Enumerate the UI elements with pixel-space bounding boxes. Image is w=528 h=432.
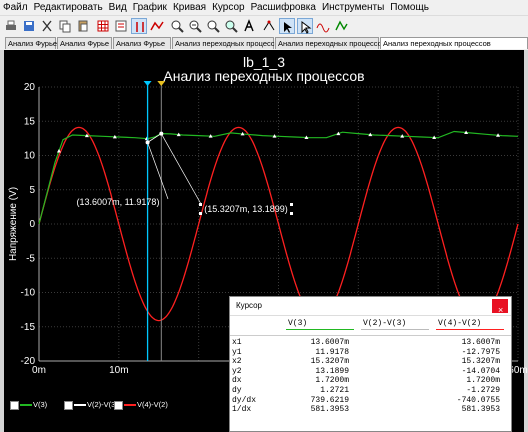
cell-value: -1.2729 <box>466 386 500 395</box>
row-label: 1/dx <box>232 405 252 415</box>
row-label: y2 <box>232 366 242 376</box>
cursor-2-handle-icon <box>157 81 166 86</box>
table-row: y2 13.1899 -14.0704 <box>230 367 511 376</box>
row-label: dy/dx <box>232 395 257 405</box>
column-header: V(2)-V(3) <box>363 319 407 328</box>
cursor-window[interactable]: Курсор × V(3) V(2)-V(3) V(4)-V(2) x1 13.6… <box>229 296 512 432</box>
y-tick-label: -5 <box>26 253 35 264</box>
table-row: x2 15.3207m 15.3207m <box>230 357 511 366</box>
close-button[interactable]: × <box>492 299 508 315</box>
cell-value: 11.9178 <box>315 347 349 357</box>
table-row: 1/dx 581.3953 581.3953 <box>230 405 511 414</box>
legend-item-v3[interactable]: V(3) <box>10 400 47 410</box>
legend-item-v2v3[interactable]: V(2)-V(3) <box>64 400 118 410</box>
column-header: V(3) <box>288 319 308 328</box>
x-tick-label: 10m <box>109 365 128 376</box>
cursor-2-label-handle-icon <box>290 203 293 206</box>
table-row: dx 1.7200m 1.7200m <box>230 376 511 385</box>
row-label: y1 <box>232 347 242 357</box>
cell-value: 1.2721 <box>320 386 349 395</box>
cell-value: 1.7200m <box>315 376 349 386</box>
cell-value: 581.3953 <box>461 405 500 415</box>
cursor-2-label-handle-icon <box>290 212 293 215</box>
divider <box>230 335 511 336</box>
table-row: y1 11.9178 -12.7975 <box>230 348 511 357</box>
cursor-window-titlebar[interactable]: Курсор × <box>230 297 511 316</box>
legend-swatch <box>74 404 86 407</box>
table-row: x1 13.6007m 13.6007m <box>230 338 511 347</box>
y-tick-label: -10 <box>21 288 36 299</box>
cursor-2-callout <box>161 133 202 205</box>
cell-value: -740.0755 <box>456 395 500 405</box>
y-tick-label: 20 <box>24 82 36 93</box>
cell-value: 13.6007m <box>310 338 349 347</box>
legend-item-v4v2[interactable]: V(4)-V(2) <box>114 400 168 410</box>
cursor-2-label-handle-icon <box>199 203 202 206</box>
y-tick-label: 5 <box>29 185 35 196</box>
column-color-v3 <box>286 329 354 330</box>
row-label: dx <box>232 376 242 386</box>
y-tick-label: 0 <box>29 219 35 230</box>
table-row: dy 1.2721 -1.2729 <box>230 386 511 395</box>
cell-value: 581.3953 <box>310 405 349 415</box>
cell-value: 739.6219 <box>310 395 349 405</box>
cursor-2-label-handle-icon <box>199 212 202 215</box>
row-label: dy <box>232 386 242 395</box>
y-tick-label: 10 <box>24 151 36 162</box>
cursor-window-title: Курсор <box>236 301 263 310</box>
y-tick-label: -15 <box>21 322 36 333</box>
legend-swatch <box>20 404 32 407</box>
x-tick-label: 0m <box>32 365 46 376</box>
cell-value: 13.6007m <box>461 338 500 347</box>
table-row: dy/dx 739.6219 -740.0755 <box>230 396 511 405</box>
cursor-1-callout <box>147 142 169 200</box>
close-icon: × <box>498 305 504 315</box>
cursor-1-label: (13.6007m, 11.9178) <box>77 197 160 207</box>
cell-value: 1.7200m <box>466 376 500 386</box>
y-axis-label: Напряжение (V) <box>8 187 19 261</box>
column-header: V(4)-V(2) <box>438 319 482 328</box>
row-label: x1 <box>232 338 242 347</box>
y-tick-label: 15 <box>24 116 36 127</box>
column-color-v4v2 <box>436 329 504 330</box>
cursor-1-handle-icon <box>143 81 152 86</box>
cell-value: -12.7975 <box>461 347 500 357</box>
cursor-2-label: (15.3207m, 13.1899) <box>204 204 288 214</box>
checkbox-icon[interactable] <box>10 400 19 410</box>
cell-value: 13.1899 <box>315 366 349 376</box>
cell-value: -14.0704 <box>461 366 500 376</box>
checkbox-icon[interactable] <box>114 400 123 410</box>
checkbox-icon[interactable] <box>64 400 73 410</box>
column-color-v2v3 <box>361 329 429 330</box>
cell-value: 15.3207m <box>461 357 500 367</box>
legend-swatch <box>124 404 136 407</box>
cell-value: 15.3207m <box>310 357 349 367</box>
row-label: x2 <box>232 357 242 367</box>
